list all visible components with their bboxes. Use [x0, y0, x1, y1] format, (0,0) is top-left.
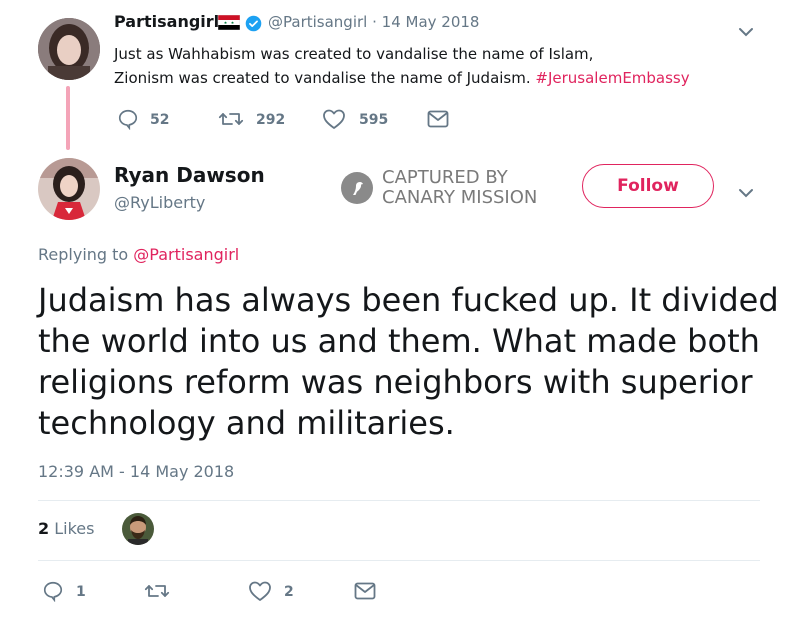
main-like-count: 2	[284, 584, 294, 600]
main-handle[interactable]: @RyLiberty	[114, 193, 205, 212]
parent-retweet-icon[interactable]	[218, 108, 244, 130]
parent-text-line2-body: Zionism was created to vandalise the nam…	[114, 69, 531, 87]
parent-like-count: 595	[359, 112, 389, 128]
parent-dm-icon[interactable]	[427, 110, 449, 128]
divider-top	[38, 500, 760, 501]
main-display-name[interactable]: Ryan Dawson	[114, 163, 265, 187]
parent-handle[interactable]: @Partisangirl	[268, 13, 367, 31]
parent-like-icon[interactable]	[322, 108, 346, 130]
parent-reply-count: 52	[150, 112, 170, 128]
parent-tweet-text: Just as Wahhabism was created to vandali…	[114, 42, 690, 90]
canary-mission-logo	[340, 171, 374, 205]
watermark-line1: CAPTURED BY	[382, 167, 508, 188]
follow-button[interactable]: Follow	[582, 164, 714, 208]
parent-text-line2: Zionism was created to vandalise the nam…	[114, 66, 690, 90]
likes-summary[interactable]: 2 Likes	[38, 519, 94, 538]
main-dm-icon[interactable]	[354, 582, 376, 600]
watermark-line2: CANARY MISSION	[382, 187, 538, 208]
main-tweet-text: Judaism has always been fucked up. It di…	[38, 280, 779, 444]
watermark-text: CAPTURED BY CANARY MISSION	[382, 168, 537, 208]
parent-separator: ·	[372, 13, 377, 31]
replying-to-link[interactable]: @Partisangirl	[133, 245, 239, 264]
main-timestamp[interactable]: 12:39 AM - 14 May 2018	[38, 462, 234, 481]
liker-avatar[interactable]	[122, 513, 154, 545]
hashtag-link[interactable]: #JerusalemEmbassy	[535, 69, 689, 87]
main-more-chevron-icon[interactable]	[738, 183, 754, 202]
main-avatar[interactable]	[38, 158, 100, 220]
parent-more-chevron-icon[interactable]	[738, 22, 754, 41]
parent-retweet-count: 292	[256, 112, 286, 128]
syria-flag-icon	[217, 14, 241, 31]
main-retweet-icon[interactable]	[144, 580, 170, 602]
main-reply-count: 1	[76, 584, 86, 600]
thread-connector	[66, 86, 70, 150]
follow-button-label: Follow	[617, 176, 679, 196]
replying-to: Replying to @Partisangirl	[38, 245, 239, 264]
main-reply-icon[interactable]	[42, 580, 64, 602]
likes-label: Likes	[54, 519, 95, 538]
parent-display-name[interactable]: Partisangirl	[114, 12, 219, 31]
divider-bottom	[38, 560, 760, 561]
verified-badge-icon	[245, 15, 262, 32]
main-text-line4: technology and militaries.	[38, 404, 455, 442]
main-text-line1: Judaism has always been fucked up. It di…	[38, 281, 779, 319]
parent-avatar[interactable]	[38, 18, 100, 80]
parent-text-line1: Just as Wahhabism was created to vandali…	[114, 45, 594, 63]
likes-count: 2	[38, 519, 50, 538]
parent-date[interactable]: 14 May 2018	[382, 13, 480, 31]
main-like-icon[interactable]	[248, 580, 272, 602]
parent-meta: @Partisangirl · 14 May 2018	[268, 13, 479, 31]
replying-prefix: Replying to	[38, 245, 129, 264]
main-text-line2: the world into us and them. What made bo…	[38, 322, 760, 360]
main-text-line3: religions reform was neighbors with supe…	[38, 363, 753, 401]
parent-reply-icon[interactable]	[117, 108, 139, 130]
